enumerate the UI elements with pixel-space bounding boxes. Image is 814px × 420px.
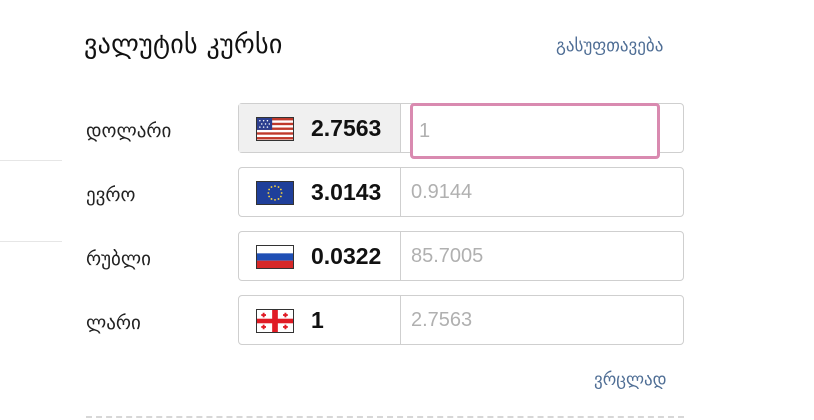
currency-label-usd: დოლარი (86, 120, 172, 142)
bottom-dashed-divider (86, 416, 684, 418)
amount-input-eur[interactable] (401, 168, 651, 216)
currency-label-gel: ლარი (86, 312, 141, 334)
ru-flag-icon (256, 245, 294, 269)
reset-link[interactable]: გასუფთავება (556, 36, 663, 56)
amount-input-usd[interactable] (410, 103, 660, 159)
currency-label-eur: ევრო (86, 184, 136, 206)
rate-value-eur: 3.0143 (311, 179, 382, 205)
ge-flag-icon (256, 309, 294, 333)
rate-value-gel: 1 (311, 307, 324, 333)
rate-cell-eur: 3.0143 (239, 168, 401, 216)
details-link[interactable]: ვრცლად (594, 370, 667, 390)
rate-value-rub: 0.0322 (311, 243, 382, 269)
eu-flag-icon (256, 181, 294, 205)
left-divider-bottom (0, 241, 62, 242)
currency-row-eur: 3.0143 (238, 167, 684, 217)
rate-cell-gel: 1 (239, 296, 401, 344)
rate-cell-usd: 2.7563 (239, 104, 401, 152)
amount-input-rub[interactable] (401, 232, 651, 280)
rate-value-usd: 2.7563 (311, 115, 382, 141)
rate-cell-rub: 0.0322 (239, 232, 401, 280)
us-flag-icon (256, 117, 294, 141)
widget-title: ვალუტის კურსი (84, 30, 283, 60)
amount-input-gel[interactable] (401, 296, 651, 344)
currency-row-rub: 0.0322 (238, 231, 684, 281)
currency-label-rub: რუბლი (86, 248, 151, 270)
currency-row-gel: 1 (238, 295, 684, 345)
currency-row-usd: 2.7563 (238, 103, 684, 159)
left-divider-top (0, 160, 62, 161)
